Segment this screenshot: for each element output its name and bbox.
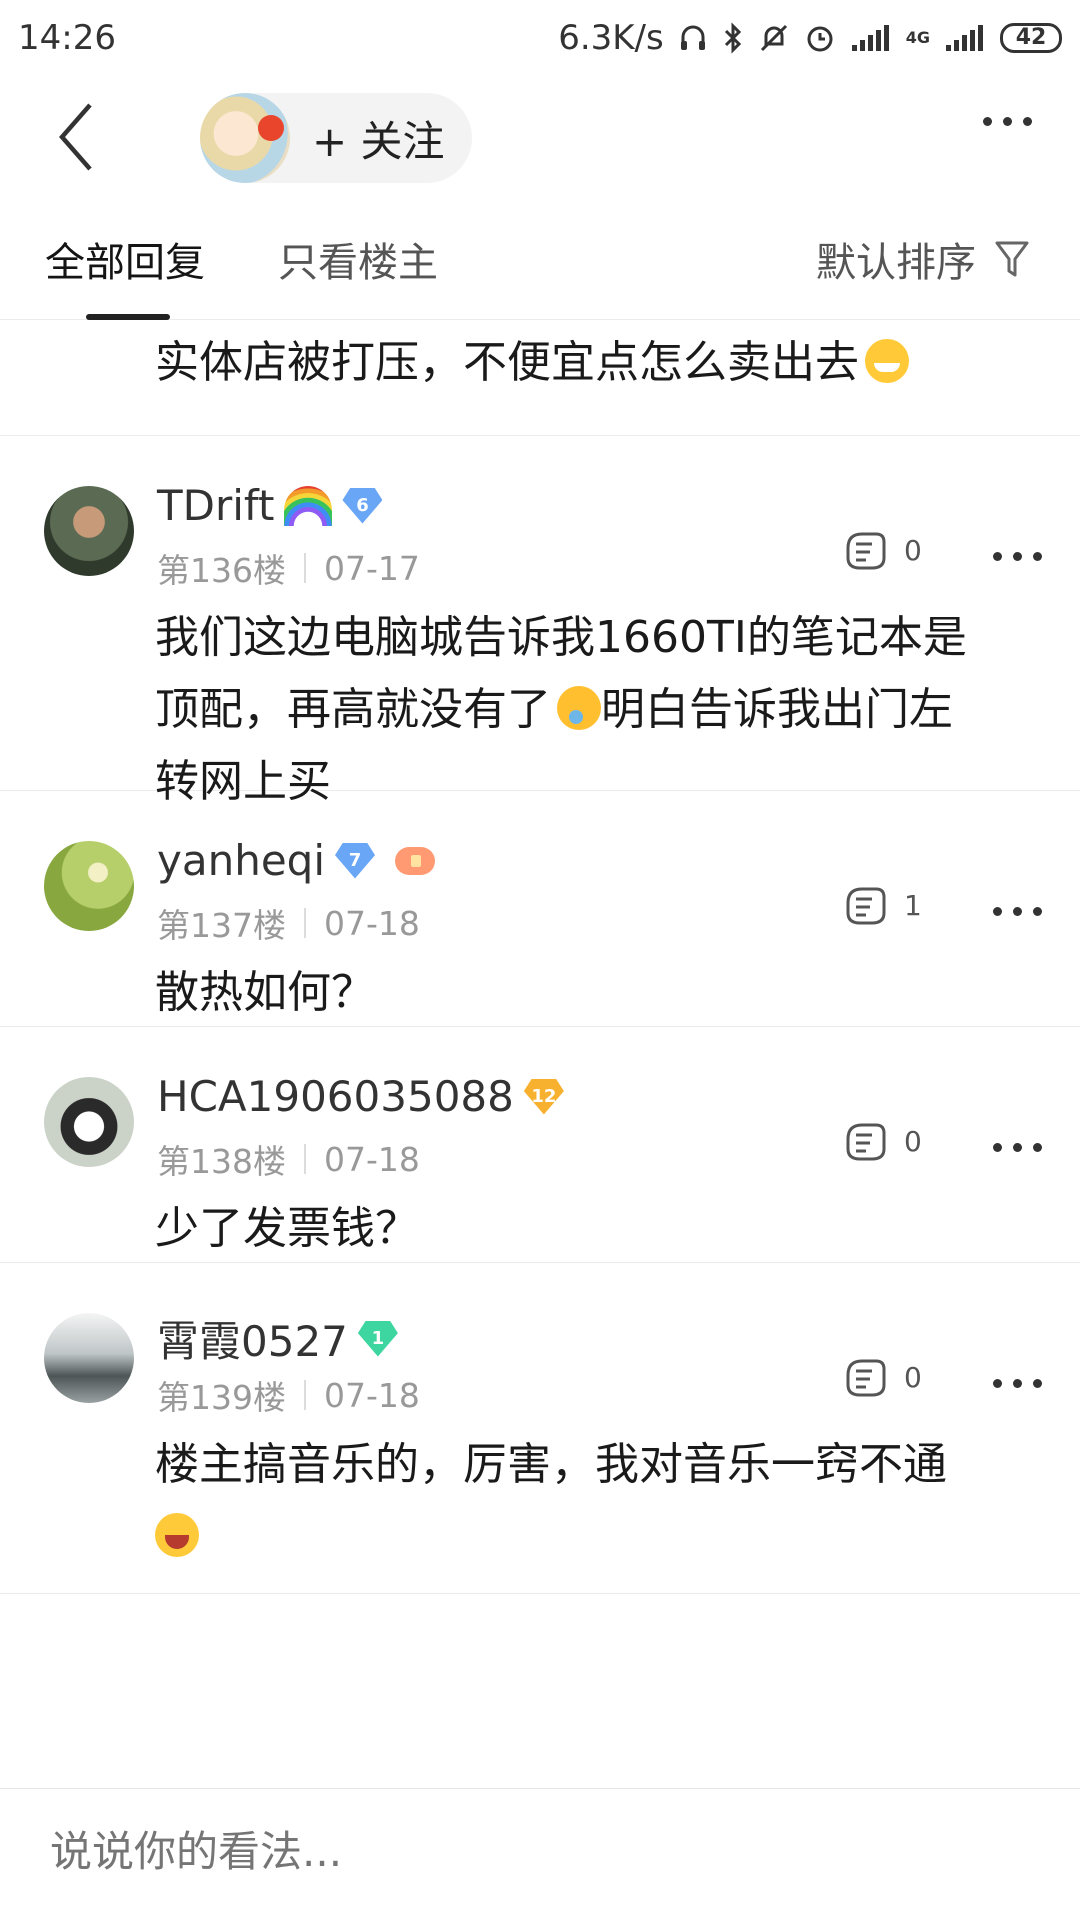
signal-icon — [850, 23, 892, 53]
level-badge: 6 — [342, 487, 383, 524]
reply-more-button[interactable] — [993, 552, 1042, 561]
reply-date: 07-18 — [324, 903, 420, 943]
username[interactable]: yanheqi 7 — [157, 836, 435, 885]
follow-button[interactable]: + 关注 — [312, 108, 445, 169]
reply-content: 我们这边电脑城告诉我1660TI的笔记本是 顶配，再高就没有了 明白告诉我出门左 … — [155, 612, 967, 807]
floor-number: 第139楼 — [157, 1378, 286, 1417]
floor-number: 第138楼 — [157, 1142, 286, 1181]
meta-divider — [304, 553, 306, 583]
floor-number: 第136楼 — [157, 551, 286, 590]
tab-all-replies[interactable]: 全部回复 — [45, 230, 205, 288]
network-speed: 6.3K/s — [558, 17, 664, 58]
signal-icon-2 — [944, 23, 986, 53]
bluetooth-icon — [722, 21, 744, 54]
sort-button[interactable]: 默认排序 — [816, 230, 1030, 288]
sort-label: 默认排序 — [816, 240, 976, 286]
like-hand-icon — [846, 1123, 886, 1161]
mute-bell-icon — [758, 22, 790, 54]
partial-reply[interactable]: 实体店被打压，不便宜点怎么卖出去 — [0, 320, 1080, 436]
level-badge: 12 — [523, 1078, 564, 1115]
like-button[interactable]: 0 — [842, 528, 922, 572]
network-type: 4G — [905, 27, 930, 47]
like-count: 0 — [904, 533, 922, 567]
alarm-icon — [804, 22, 836, 54]
reply-date: 07-17 — [324, 548, 420, 588]
reply-item[interactable]: HCA1906035088 12 第138楼 07-18 0 少了发票钱？ — [0, 1027, 1080, 1263]
comment-input[interactable] — [50, 1827, 950, 1876]
reply-more-button[interactable] — [993, 1379, 1042, 1388]
more-dots-icon — [993, 1143, 1002, 1152]
user-avatar[interactable] — [44, 486, 134, 576]
more-dots-icon — [993, 552, 1002, 561]
level-badge: 1 — [357, 1320, 398, 1357]
rainbow-emoji-icon — [284, 485, 333, 526]
like-count: 0 — [904, 1124, 922, 1158]
flower-decoration — [258, 115, 284, 141]
reply-content: 少了发票钱？ — [155, 1203, 419, 1254]
meta-divider — [304, 908, 306, 938]
reply-meta: 第137楼 07-18 — [157, 899, 420, 947]
like-hand-icon — [846, 887, 886, 925]
like-count: 0 — [904, 1360, 922, 1394]
filter-funnel-icon — [995, 241, 1029, 277]
level-badge: 7 — [335, 842, 375, 879]
username[interactable]: HCA1906035088 12 — [157, 1072, 564, 1121]
post-header: + 关注 — [0, 75, 1080, 200]
username[interactable]: TDrift 6 — [157, 481, 383, 530]
more-dots-icon — [983, 117, 992, 126]
reply-meta: 第136楼 07-17 — [157, 544, 420, 592]
author-follow-pill[interactable]: + 关注 — [200, 93, 472, 183]
user-avatar[interactable] — [44, 1077, 134, 1167]
reply-content: 楼主搞音乐的，厉害，我对音乐一窍不通 — [155, 1429, 1035, 1573]
comment-bar — [0, 1788, 1080, 1920]
meta-divider — [304, 1380, 306, 1410]
signal-4g-icon: 4G — [905, 27, 930, 47]
reply-date: 07-18 — [324, 1139, 420, 1179]
like-count: 1 — [904, 888, 922, 922]
like-hand-icon — [846, 1359, 886, 1397]
reply-feed: 实体店被打压，不便宜点怎么卖出去 TDrift 6 第136楼 07-17 0 … — [0, 320, 1080, 1594]
status-time: 14:26 — [18, 17, 116, 58]
reply-content: 散热如何？ — [155, 967, 375, 1018]
more-dots-icon — [993, 907, 1002, 916]
headphones-icon — [678, 23, 708, 53]
reply-item[interactable]: yanheqi 7 第137楼 07-18 1 散热如何？ — [0, 791, 1080, 1027]
like-button[interactable]: 0 — [842, 1355, 922, 1399]
reply-meta: 第138楼 07-18 — [157, 1135, 420, 1183]
like-button[interactable]: 1 — [842, 883, 922, 927]
grin-emoji-icon — [865, 339, 909, 383]
reply-tabs: 全部回复 只看楼主 默认排序 — [0, 200, 1080, 320]
status-icons: 6.3K/s 4G 42 — [558, 18, 1062, 58]
author-avatar[interactable] — [200, 93, 290, 183]
game-controller-badge-icon — [395, 846, 435, 875]
floor-number: 第137楼 — [157, 906, 286, 945]
reply-meta: 第139楼 07-18 — [157, 1371, 420, 1419]
back-button[interactable] — [52, 97, 112, 177]
reply-date: 07-18 — [324, 1375, 420, 1415]
reply-item[interactable]: 霄霞0527 1 第139楼 07-18 0 楼主搞音乐的，厉害，我对音乐一窍不… — [0, 1263, 1080, 1594]
more-dots-icon — [993, 1379, 1002, 1388]
like-button[interactable]: 0 — [842, 1119, 922, 1163]
sick-emoji-icon — [557, 686, 601, 730]
battery-indicator: 42 — [1000, 22, 1062, 53]
laugh-cry-emoji-icon — [155, 1513, 199, 1557]
reply-item[interactable]: TDrift 6 第136楼 07-17 0 我们这边电脑城告诉我1660TI的… — [0, 436, 1080, 807]
user-avatar[interactable] — [44, 1313, 134, 1403]
username[interactable]: 霄霞0527 1 — [157, 1308, 398, 1369]
like-hand-icon — [846, 532, 886, 570]
reply-content: 实体店被打压，不便宜点怎么卖出去 — [155, 326, 909, 390]
meta-divider — [304, 1144, 306, 1174]
reply-more-button[interactable] — [993, 907, 1042, 916]
more-options-button[interactable] — [983, 117, 1032, 126]
back-arrow-icon — [59, 103, 92, 171]
status-bar: 14:26 6.3K/s 4G 42 — [0, 0, 1080, 75]
tab-owner-only[interactable]: 只看楼主 — [278, 230, 438, 288]
user-avatar[interactable] — [44, 841, 134, 931]
reply-more-button[interactable] — [993, 1143, 1042, 1152]
